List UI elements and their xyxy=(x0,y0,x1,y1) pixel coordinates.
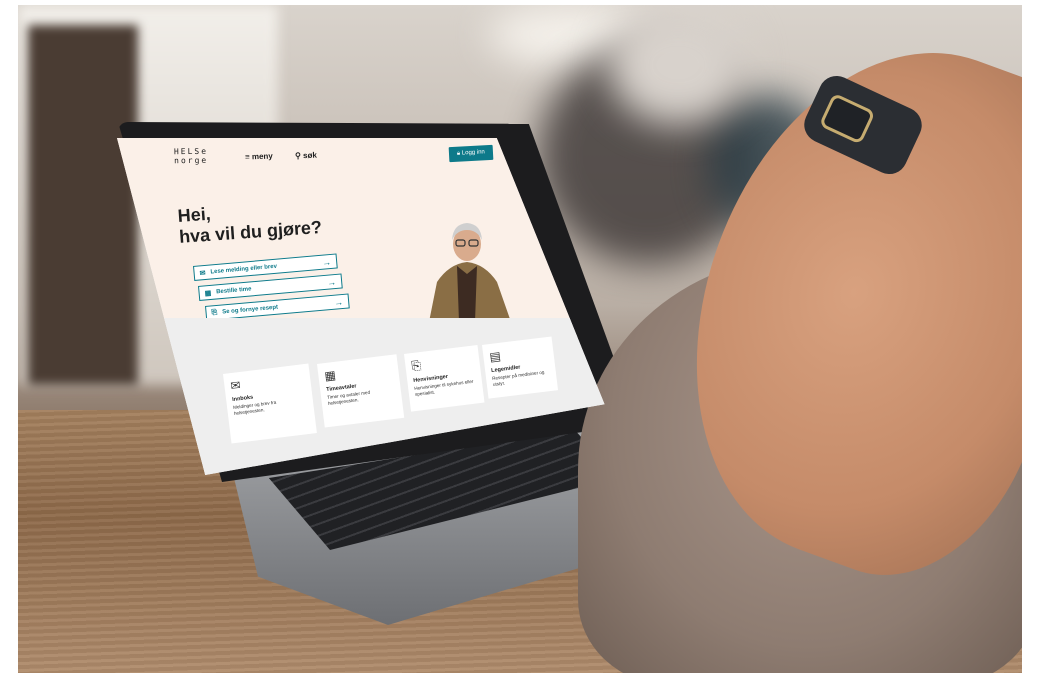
action-label: Bestille time xyxy=(215,285,252,295)
envelope-icon: ✉ xyxy=(199,269,206,277)
shirt xyxy=(457,266,477,322)
doctor-photo xyxy=(429,223,511,322)
arrow-right-icon: → xyxy=(326,276,337,288)
arrow-right-icon: → xyxy=(321,256,332,268)
action-label: Lese melding eller brev xyxy=(210,263,278,275)
card-referrals[interactable]: ⎘ Henvisninger Henvisninger til sykehus … xyxy=(404,344,485,412)
logo-line: norge xyxy=(174,155,209,166)
menu-label: meny xyxy=(251,151,273,162)
page-title: Hei, hva vil du gjøre? xyxy=(177,196,323,248)
arrow-right-icon: → xyxy=(333,296,344,308)
site-logo[interactable]: HELSe norge xyxy=(174,147,208,166)
login-button[interactable]: 🔒︎ Logg inn xyxy=(448,144,494,163)
search-label: søk xyxy=(302,150,318,161)
card-appointments[interactable]: ▦ Timeavtaler Timer og avtaler med helse… xyxy=(317,354,405,428)
background-person xyxy=(608,5,748,125)
menu-button[interactable]: ≡ meny xyxy=(245,152,273,162)
calendar-icon: ▦ xyxy=(204,289,212,297)
watch-face xyxy=(818,92,876,145)
medicine-icon: ▤ xyxy=(488,348,502,365)
card-inbox[interactable]: ✉ Innboks Meldinger og brev fra helsetje… xyxy=(223,363,317,444)
background-cabinet xyxy=(28,25,138,385)
action-label: Se og fornye resept xyxy=(221,304,279,316)
prescription-icon: ⎘ xyxy=(211,308,218,316)
search-button[interactable]: ⚲ søk xyxy=(295,151,317,161)
card-medicines[interactable]: ▤ Legemidler Resepter på medisiner og ut… xyxy=(482,336,559,399)
login-label: Logg inn xyxy=(461,149,486,157)
